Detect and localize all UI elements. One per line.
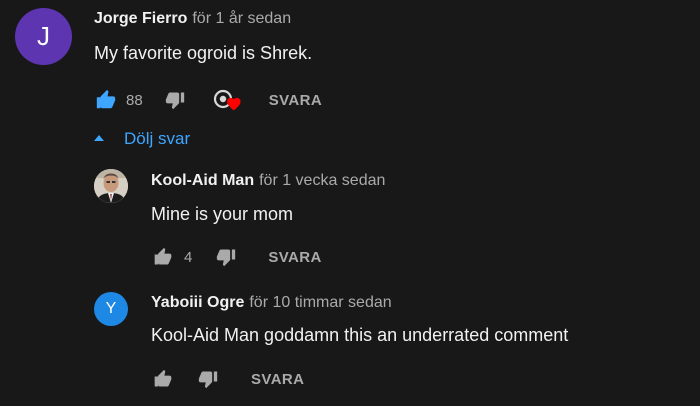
dislike-icon[interactable] xyxy=(214,245,238,269)
profile-photo-icon xyxy=(94,169,128,203)
timestamp[interactable]: för 1 år sedan xyxy=(192,10,291,27)
avatar[interactable]: J xyxy=(15,8,72,65)
reply-actions: 4 SVARA xyxy=(151,244,322,270)
reply-author-line: Yaboiii Ogre för 10 timmar sedan xyxy=(151,294,392,312)
like-count: 88 xyxy=(126,91,143,109)
like-icon[interactable] xyxy=(151,245,175,269)
reply-author-line: Kool-Aid Man för 1 vecka sedan xyxy=(151,172,385,190)
author-name[interactable]: Kool-Aid Man xyxy=(151,172,254,189)
caret-up-icon xyxy=(94,135,104,141)
like-icon[interactable] xyxy=(94,88,118,112)
reply-text: Mine is your mom xyxy=(151,204,294,224)
avatar-letter: Y xyxy=(105,300,117,317)
timestamp[interactable]: för 10 timmar sedan xyxy=(249,294,391,311)
hide-replies-toggle[interactable]: Dölj svar xyxy=(94,129,190,149)
author-name[interactable]: Yaboiii Ogre xyxy=(151,294,244,311)
comment-author-line: Jorge Fierro för 1 år sedan xyxy=(94,10,291,28)
dislike-icon[interactable] xyxy=(196,367,220,391)
hide-replies-label: Dölj svar xyxy=(124,129,191,148)
comment-actions: 88 SVARA xyxy=(94,87,322,113)
dislike-icon[interactable] xyxy=(163,88,187,112)
avatar-letter: J xyxy=(37,21,50,51)
like-count: 4 xyxy=(184,248,193,266)
reply-actions: SVARA xyxy=(151,366,304,392)
reply-text: Kool-Aid Man goddamn this an underrated … xyxy=(151,325,569,345)
creator-heart-icon xyxy=(211,87,245,113)
comment-thread: J Jorge Fierro för 1 år sedan My favorite… xyxy=(0,0,700,406)
author-name[interactable]: Jorge Fierro xyxy=(94,10,187,27)
reply-button[interactable]: SVARA xyxy=(251,371,304,388)
avatar[interactable]: Y xyxy=(94,292,128,326)
reply-button[interactable]: SVARA xyxy=(268,249,321,266)
comment-text: My favorite ogroid is Shrek. xyxy=(94,43,313,63)
timestamp[interactable]: för 1 vecka sedan xyxy=(259,172,385,189)
avatar[interactable] xyxy=(94,169,128,203)
like-icon[interactable] xyxy=(151,367,175,391)
reply-button[interactable]: SVARA xyxy=(269,92,322,109)
